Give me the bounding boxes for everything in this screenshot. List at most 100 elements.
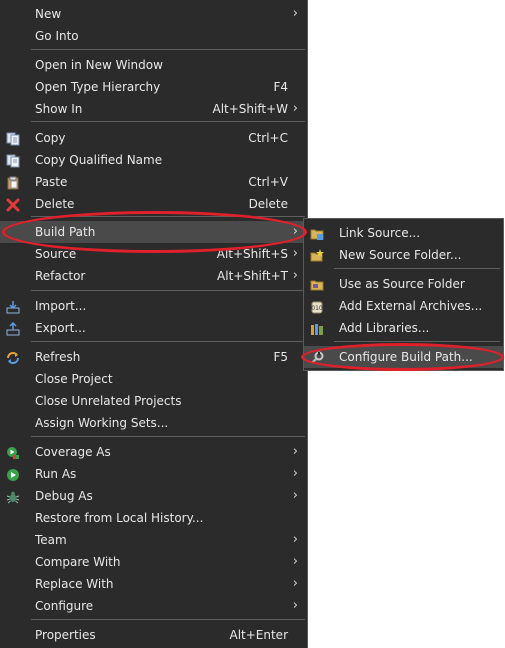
menu-item-copy[interactable]: Copy Ctrl+C bbox=[0, 127, 307, 149]
menu-item-label: Export... bbox=[35, 321, 86, 335]
menu-item-new[interactable]: New › bbox=[0, 3, 307, 25]
submenu-arrow-icon: › bbox=[292, 554, 298, 569]
shortcut-label: Alt+Enter bbox=[229, 628, 288, 642]
link-source-icon bbox=[310, 226, 324, 240]
menu-separator bbox=[31, 436, 305, 437]
menu-item-configure[interactable]: Configure › bbox=[0, 595, 307, 617]
menu-item-label: Restore from Local History... bbox=[35, 511, 204, 525]
menu-item-label: Add External Archives... bbox=[339, 299, 483, 313]
menu-item-label: Coverage As bbox=[35, 445, 111, 459]
submenu-arrow-icon: › bbox=[292, 598, 298, 613]
submenu-arrow-icon: › bbox=[292, 532, 298, 547]
submenu-item-add-external-archives[interactable]: 010 Add External Archives... bbox=[304, 295, 503, 317]
shortcut-label: Ctrl+C bbox=[248, 131, 288, 145]
submenu-item-new-source-folder[interactable]: New Source Folder... bbox=[304, 244, 503, 266]
menu-item-label: Configure Build Path... bbox=[339, 350, 473, 364]
menu-item-open-type-hierarchy[interactable]: Open Type Hierarchy F4 bbox=[0, 76, 307, 98]
copy-icon bbox=[6, 131, 20, 146]
menu-item-debug-as[interactable]: Debug As › bbox=[0, 485, 307, 507]
menu-separator bbox=[31, 216, 305, 217]
context-menu: New › Go Into Open in New Window Open Ty… bbox=[0, 0, 308, 648]
add-libraries-icon bbox=[310, 321, 324, 335]
menu-item-run-as[interactable]: Run As › bbox=[0, 463, 307, 485]
submenu-item-link-source[interactable]: Link Source... bbox=[304, 222, 503, 244]
menu-item-go-into[interactable]: Go Into bbox=[0, 25, 307, 47]
menu-item-replace-with[interactable]: Replace With › bbox=[0, 573, 307, 595]
new-source-folder-icon bbox=[310, 248, 324, 262]
run-icon bbox=[6, 467, 20, 481]
menu-item-show-in[interactable]: Show In Alt+Shift+W › bbox=[0, 98, 307, 120]
build-path-submenu: Link Source... New Source Folder... Use … bbox=[303, 218, 504, 371]
menu-separator bbox=[31, 619, 305, 620]
menu-separator bbox=[31, 121, 305, 122]
menu-item-label: Properties bbox=[35, 628, 96, 642]
coverage-icon bbox=[6, 445, 20, 459]
menu-item-properties[interactable]: Properties Alt+Enter bbox=[0, 624, 307, 646]
menu-item-paste[interactable]: Paste Ctrl+V bbox=[0, 171, 307, 193]
menu-item-open-in-new-window[interactable]: Open in New Window bbox=[0, 54, 307, 76]
menu-item-team[interactable]: Team › bbox=[0, 529, 307, 551]
shortcut-label: Alt+Shift+S bbox=[216, 247, 288, 261]
menu-item-label: Source bbox=[35, 247, 77, 261]
menu-item-coverage-as[interactable]: Coverage As › bbox=[0, 441, 307, 463]
use-as-source-folder-icon bbox=[310, 277, 324, 291]
submenu-item-use-as-source-folder[interactable]: Use as Source Folder bbox=[304, 273, 503, 295]
menu-item-source[interactable]: Source Alt+Shift+S › bbox=[0, 243, 307, 265]
menu-item-label: Copy Qualified Name bbox=[35, 153, 163, 167]
submenu-arrow-icon: › bbox=[292, 444, 298, 459]
submenu-arrow-icon: › bbox=[292, 488, 298, 503]
menu-item-refactor[interactable]: Refactor Alt+Shift+T › bbox=[0, 265, 307, 287]
menu-item-label: Show In bbox=[35, 102, 83, 116]
paste-icon bbox=[6, 175, 20, 190]
menu-item-label: Team bbox=[35, 533, 67, 547]
menu-item-label: Open in New Window bbox=[35, 58, 163, 72]
menu-item-label: Import... bbox=[35, 299, 87, 313]
menu-item-label: Paste bbox=[35, 175, 68, 189]
menu-item-close-project[interactable]: Close Project bbox=[0, 368, 307, 390]
shortcut-label: F5 bbox=[273, 350, 288, 364]
menu-item-assign-working-sets[interactable]: Assign Working Sets... bbox=[0, 412, 307, 434]
submenu-arrow-icon: › bbox=[292, 268, 298, 283]
menu-item-build-path[interactable]: Build Path › bbox=[0, 221, 307, 243]
menu-separator bbox=[31, 49, 305, 50]
menu-item-restore-from-local-history[interactable]: Restore from Local History... bbox=[0, 507, 307, 529]
menu-item-label: Close Project bbox=[35, 372, 113, 386]
shortcut-label: Alt+Shift+T bbox=[217, 269, 288, 283]
menu-item-label: Close Unrelated Projects bbox=[35, 394, 182, 408]
menu-item-label: New bbox=[35, 7, 62, 21]
menu-item-label: Link Source... bbox=[339, 226, 421, 240]
menu-separator bbox=[31, 341, 305, 342]
svg-text:010: 010 bbox=[311, 305, 323, 312]
import-icon bbox=[6, 299, 20, 314]
refresh-icon bbox=[6, 350, 20, 364]
menu-item-label: Go Into bbox=[35, 29, 79, 43]
menu-item-label: Refactor bbox=[35, 269, 86, 283]
submenu-arrow-icon: › bbox=[292, 6, 298, 21]
debug-bug-icon bbox=[6, 489, 20, 504]
shortcut-label: Alt+Shift+W bbox=[212, 102, 289, 116]
menu-item-label: Replace With bbox=[35, 577, 114, 591]
submenu-item-add-libraries[interactable]: Add Libraries... bbox=[304, 317, 503, 339]
copy-qualified-name-icon bbox=[6, 153, 20, 168]
menu-item-label: Compare With bbox=[35, 555, 121, 569]
menu-item-refresh[interactable]: Refresh F5 bbox=[0, 346, 307, 368]
menu-item-label: Delete bbox=[35, 197, 75, 211]
menu-item-label: Copy bbox=[35, 131, 66, 145]
menu-separator bbox=[31, 290, 305, 291]
menu-item-delete[interactable]: Delete Delete bbox=[0, 193, 307, 215]
submenu-item-configure-build-path[interactable]: Configure Build Path... bbox=[304, 346, 503, 368]
menu-item-label: Add Libraries... bbox=[339, 321, 430, 335]
shortcut-label: Ctrl+V bbox=[248, 175, 288, 189]
shortcut-label: Delete bbox=[248, 197, 288, 211]
menu-item-export[interactable]: Export... bbox=[0, 317, 307, 339]
menu-separator bbox=[334, 341, 500, 342]
menu-separator bbox=[334, 268, 500, 269]
submenu-arrow-icon: › bbox=[292, 466, 298, 481]
menu-item-label: Assign Working Sets... bbox=[35, 416, 169, 430]
menu-item-close-unrelated-projects[interactable]: Close Unrelated Projects bbox=[0, 390, 307, 412]
export-icon bbox=[6, 321, 20, 336]
menu-item-copy-qualified-name[interactable]: Copy Qualified Name bbox=[0, 149, 307, 171]
menu-item-compare-with[interactable]: Compare With › bbox=[0, 551, 307, 573]
menu-item-import[interactable]: Import... bbox=[0, 295, 307, 317]
shortcut-label: F4 bbox=[273, 80, 288, 94]
